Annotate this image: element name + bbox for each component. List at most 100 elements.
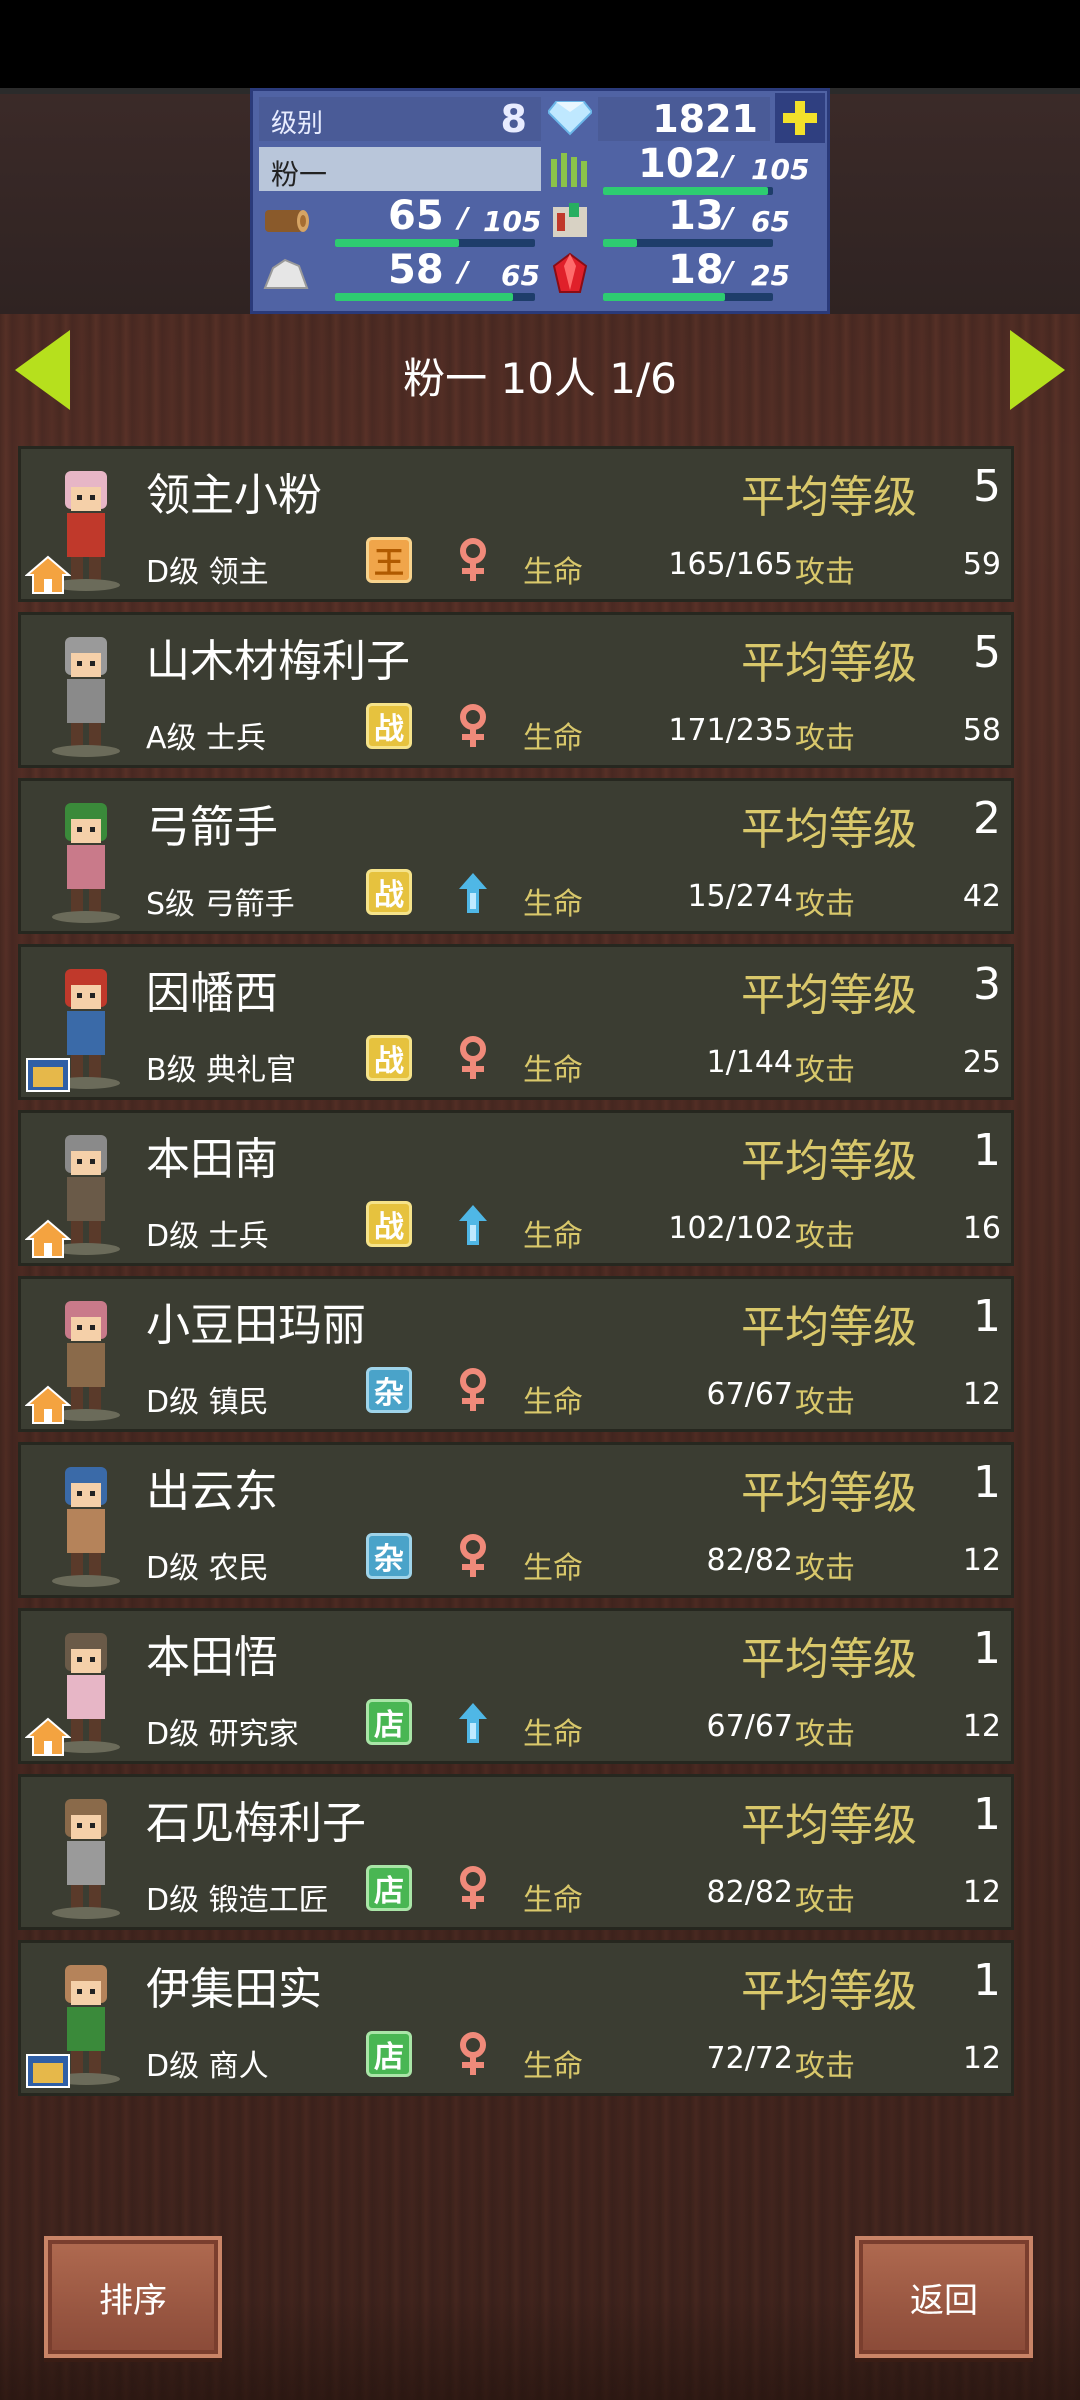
avg-level-label: 平均等级 [741,1966,917,2017]
unit-rank-job: D级 锻造工匠 [146,1883,329,1918]
crystal-bar [603,293,725,301]
unit-card[interactable]: 伊集田实 平均等级 1 D级 商人 店 生命 72/72 攻击 12 [18,1940,1014,2096]
gems-box: 1821 [598,97,770,141]
job-type-badge: 店 [366,2031,412,2077]
female-icon [453,1865,493,1913]
avg-level-value: 5 [973,461,1001,512]
crystal-current: 18 [668,247,724,293]
residence-icon [25,2049,71,2089]
attack-label: 攻击 [795,1385,855,1420]
unit-list: 领主小粉 平均等级 5 D级 领主王生命 165/165 攻击 59 山木材梅利子 平均等级 5 A… [18,446,1014,2106]
page-title: 粉一 10人 1/6 [403,354,677,403]
job-type-badge: 杂 [366,1533,412,1579]
unit-rank-job: D级 士兵 [146,1219,269,1254]
unit-card[interactable]: 领主小粉 平均等级 5 D级 领主 王 生命 165/165 攻击 59 [18,446,1014,602]
ore-bar [335,293,513,301]
residence-icon [25,1053,71,1093]
hp-value: 82/82 [706,1543,793,1578]
avg-level-label: 平均等级 [741,472,917,523]
attack-value: 12 [962,1543,1001,1578]
attack-value: 12 [962,2041,1001,2076]
unit-card[interactable]: 因幡西 平均等级 3 B级 典礼官 战 生命 1/144 攻击 25 [18,944,1014,1100]
hp-value: 82/82 [706,1875,793,1910]
unit-rank-job: D级 镇民 [146,1385,269,1420]
male-icon [453,1201,493,1249]
avg-level-value: 1 [973,1623,1001,1674]
female-icon [453,1367,493,1415]
attack-label: 攻击 [795,1053,855,1088]
avg-level-label: 平均等级 [741,1136,917,1187]
residence-icon [24,555,72,595]
avg-level-label: 平均等级 [741,1800,917,1851]
unit-name: 因幡西 [146,968,278,1019]
female-icon [453,537,493,585]
attack-value: 12 [962,1709,1001,1744]
unit-portrait [31,623,141,759]
job-type-badge: 杂 [366,1367,412,1413]
unit-name: 伊集田实 [146,1964,322,2015]
avg-level-value: 3 [973,959,1001,1010]
hp-value: 15/274 [687,879,793,914]
next-page-arrow-icon[interactable] [1010,330,1065,410]
red-crystal-icon [545,251,595,297]
wood-current: 65 [388,193,444,239]
food-bar [603,239,637,247]
ore-icon [261,251,311,297]
unit-rank-job: S级 弓箭手 [146,887,295,922]
level-box: 级别 8 [259,97,541,141]
status-bar [0,0,1080,88]
sort-button[interactable]: 排序 [44,2236,222,2358]
attack-value: 16 [962,1211,1001,1246]
grass-max: 105 [751,153,810,186]
unit-card[interactable]: 石见梅利子 平均等级 1 D级 锻造工匠 店 生命 82/82 攻击 12 [18,1774,1014,1930]
wood-max: 105 [483,205,542,238]
job-type-badge: 店 [366,1865,412,1911]
resource-panel: 级别 8 1821 粉一 102 / 105 65 / 105 13 / 65 … [250,88,830,314]
hp-value: 72/72 [706,2041,793,2076]
life-label: 生命 [523,1551,583,1586]
avg-level-label: 平均等级 [741,804,917,855]
avg-level-label: 平均等级 [741,1634,917,1685]
life-label: 生命 [523,2049,583,2084]
avg-level-value: 5 [973,627,1001,678]
back-button[interactable]: 返回 [855,2236,1033,2358]
crystal-max: 25 [751,259,790,292]
male-icon [453,869,493,917]
unit-rank-job: D级 商人 [146,2049,269,2084]
life-label: 生命 [523,721,583,756]
hp-value: 165/165 [668,547,793,582]
avg-level-label: 平均等级 [741,970,917,1021]
female-icon [453,1035,493,1083]
job-type-badge: 王 [366,537,412,583]
unit-card[interactable]: 山木材梅利子 平均等级 5 A级 士兵 战 生命 171/235 攻击 58 [18,612,1014,768]
ore-current: 58 [388,247,444,293]
life-label: 生命 [523,1219,583,1254]
unit-rank-job: D级 领主 [146,555,269,590]
unit-card[interactable]: 本田悟 平均等级 1 D级 研究家 店 生命 67/67 攻击 12 [18,1608,1014,1764]
unit-card[interactable]: 弓箭手 平均等级 2 S级 弓箭手 战 生命 15/274 攻击 42 [18,778,1014,934]
male-icon [453,1699,493,1747]
unit-name: 本田南 [146,1134,278,1185]
food-slash: / [723,201,734,234]
plus-icon[interactable] [775,93,825,143]
avg-level-value: 1 [973,1955,1001,2006]
unit-card[interactable]: 出云东 平均等级 1 D级 农民 杂 生命 82/82 攻击 12 [18,1442,1014,1598]
residence-icon [24,1219,72,1259]
residence-icon [24,1385,72,1425]
diamond-icon [545,95,595,141]
wood-slash: / [458,201,469,234]
group-name: 粉一 [271,158,328,191]
unit-name: 本田悟 [146,1632,278,1683]
unit-card[interactable]: 本田南 平均等级 1 D级 士兵 战 生命 102/102 攻击 16 [18,1110,1014,1266]
avg-level-value: 1 [973,1125,1001,1176]
life-label: 生命 [523,1053,583,1088]
unit-name: 石见梅利子 [146,1798,366,1849]
unit-card[interactable]: 小豆田玛丽 平均等级 1 D级 镇民 杂 生命 67/67 攻击 12 [18,1276,1014,1432]
attack-value: 42 [962,879,1001,914]
unit-portrait [31,789,141,925]
job-type-badge: 战 [366,1035,412,1081]
attack-label: 攻击 [795,1883,855,1918]
food-max: 65 [751,205,790,238]
residence-icon [24,1717,72,1757]
grass-slash: / [723,149,734,182]
